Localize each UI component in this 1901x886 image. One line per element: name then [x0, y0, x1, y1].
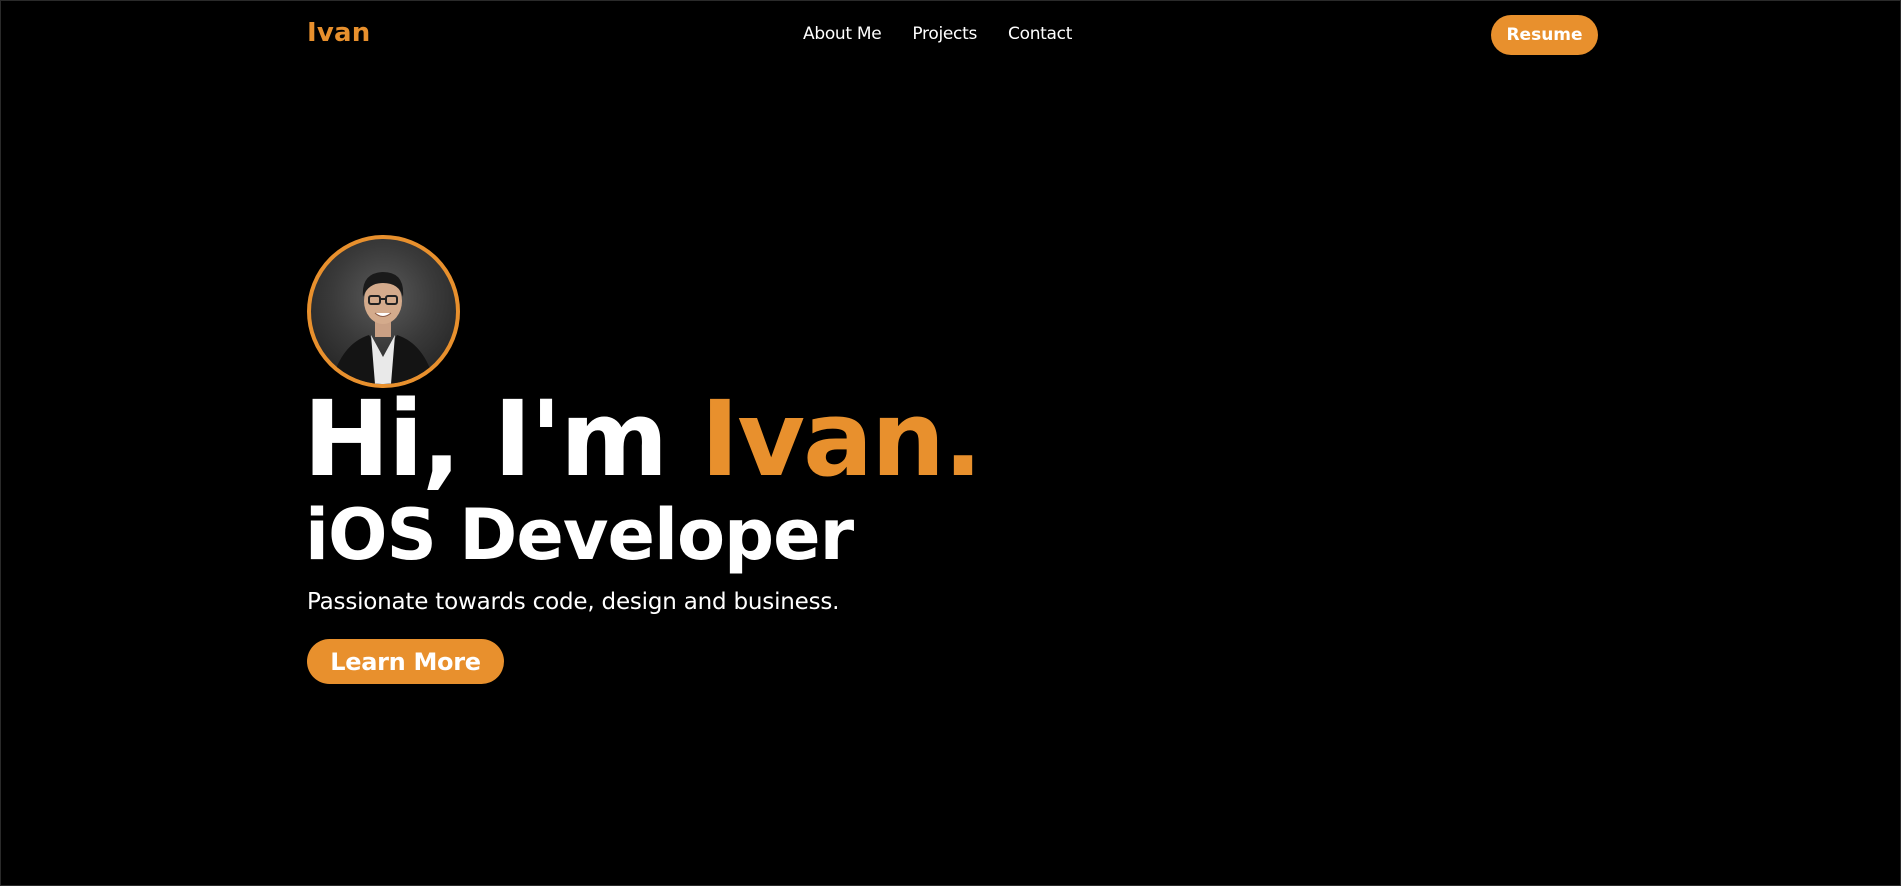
hero-section: Hi, I'm Ivan. iOS Developer Passionate t…	[303, 235, 983, 684]
logo[interactable]: Ivan	[307, 18, 370, 48]
nav-link-contact[interactable]: Contact	[1008, 24, 1072, 44]
hero-name: Ivan	[700, 378, 946, 500]
nav-link-about-me[interactable]: About Me	[803, 24, 882, 44]
avatar	[307, 235, 460, 388]
learn-more-button[interactable]: Learn More	[307, 639, 504, 684]
nav-link-projects[interactable]: Projects	[912, 24, 977, 44]
hero-headline: Hi, I'm Ivan.	[303, 387, 983, 491]
hero-name-dot: .	[943, 378, 982, 500]
greeting-text: Hi, I'm	[303, 378, 701, 500]
hero-role: iOS Developer	[305, 494, 854, 576]
nav-links: About Me Projects Contact	[803, 24, 1072, 44]
profile-photo	[331, 272, 435, 384]
resume-button[interactable]: Resume	[1491, 15, 1598, 55]
top-navbar: Ivan About Me Projects Contact Resume	[307, 0, 1598, 70]
hero-tagline: Passionate towards code, design and busi…	[307, 589, 840, 615]
